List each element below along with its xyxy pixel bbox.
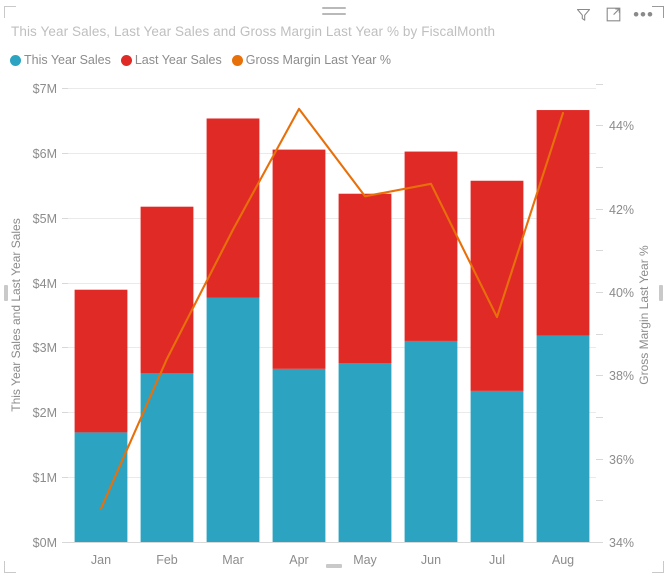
- y-axis-tick-label: $2M: [33, 406, 57, 420]
- bar-segment[interactable]: [536, 110, 590, 336]
- y2-axis-tick-label: 44%: [609, 119, 634, 133]
- legend-label-gross-margin: Gross Margin Last Year %: [245, 53, 391, 67]
- y2-axis-title: Gross Margin Last Year %: [637, 245, 651, 385]
- legend-swatch-gross-margin: [231, 54, 243, 66]
- bar-segment[interactable]: [140, 206, 194, 374]
- y2-axis-tick-label: 42%: [609, 203, 634, 217]
- legend-item-this-year-sales[interactable]: This Year Sales: [10, 53, 111, 67]
- bar-segment[interactable]: [338, 362, 392, 542]
- y-axis-tick-label: $5M: [33, 212, 57, 226]
- bar-segment[interactable]: [404, 151, 458, 341]
- y-axis-tick-label: $3M: [33, 341, 57, 355]
- bar-segment[interactable]: [74, 289, 128, 433]
- y2-axis-tick-label: 36%: [609, 453, 634, 467]
- y-axis-tick-label: $0M: [33, 536, 57, 550]
- bar-segment[interactable]: [272, 149, 326, 369]
- bar-segment[interactable]: [272, 368, 326, 542]
- bottom-resize-handle[interactable]: [325, 564, 342, 568]
- left-axis-resize-handle[interactable]: [4, 285, 8, 301]
- y-axis-title: This Year Sales and Last Year Sales: [9, 218, 23, 411]
- focus-mode-icon[interactable]: [604, 5, 623, 24]
- x-axis-tick-label: Mar: [222, 553, 244, 567]
- x-axis-tick-label: Aug: [552, 553, 574, 567]
- bar-segment[interactable]: [536, 335, 590, 542]
- bar-segment[interactable]: [404, 340, 458, 542]
- y-axis-tick-label: $7M: [33, 82, 57, 96]
- legend-swatch-this-year-sales: [10, 54, 21, 66]
- bar-segment[interactable]: [206, 297, 260, 542]
- chart-svg: $0M $1M $2M $3M $4M $5M $6M $7M 34% 36% 38% 40% 42% 4…: [9, 82, 651, 567]
- bar-segment[interactable]: [338, 193, 392, 363]
- bar-segment[interactable]: [470, 390, 524, 542]
- right-axis-resize-handle[interactable]: [659, 285, 663, 301]
- x-axis-tick-label: May: [353, 553, 377, 567]
- page-title: This Year Sales, Last Year Sales and Gro…: [11, 24, 496, 39]
- y-axis-tick-label: $6M: [33, 147, 57, 161]
- x-axis-tick-label: Apr: [289, 553, 308, 567]
- drag-handle[interactable]: [321, 7, 346, 19]
- chart-plot-area[interactable]: $0M $1M $2M $3M $4M $5M $6M $7M 34% 36% 38% 40% 42% 4…: [0, 78, 667, 577]
- y2-axis-tick-label: 38%: [609, 369, 634, 383]
- legend-label-last-year-sales: Last Year Sales: [134, 53, 222, 67]
- x-axis-tick-label: Jun: [421, 553, 441, 567]
- x-axis-tick-label: Feb: [156, 553, 178, 567]
- chart-legend: This Year Sales Last Year Sales Gross Ma…: [10, 53, 397, 67]
- legend-swatch-last-year-sales: [120, 54, 132, 66]
- bar-segment[interactable]: [470, 180, 524, 391]
- y-axis-tick-label: $1M: [33, 471, 57, 485]
- x-axis-tick-label: Jan: [91, 553, 111, 567]
- y-axis-tick-label: $4M: [33, 277, 57, 291]
- more-options-icon[interactable]: •••: [633, 4, 654, 24]
- more-options-glyph: •••: [633, 4, 654, 24]
- legend-label-this-year-sales: This Year Sales: [24, 53, 111, 67]
- x-axis-tick-label: Jul: [489, 553, 505, 567]
- y2-axis-tick-label: 40%: [609, 286, 634, 300]
- legend-item-last-year-sales[interactable]: Last Year Sales: [120, 53, 222, 67]
- legend-item-gross-margin[interactable]: Gross Margin Last Year %: [231, 53, 391, 67]
- bar-segment[interactable]: [206, 118, 260, 298]
- filter-icon[interactable]: [574, 5, 593, 24]
- powerbi-visual-container: ••• This Year Sales, Last Year Sales and…: [0, 0, 667, 577]
- y2-axis-tick-label: 34%: [609, 536, 634, 550]
- corner-mark-top-left: [4, 6, 16, 18]
- visual-header-icons: •••: [574, 5, 653, 24]
- bar-segment[interactable]: [74, 432, 128, 542]
